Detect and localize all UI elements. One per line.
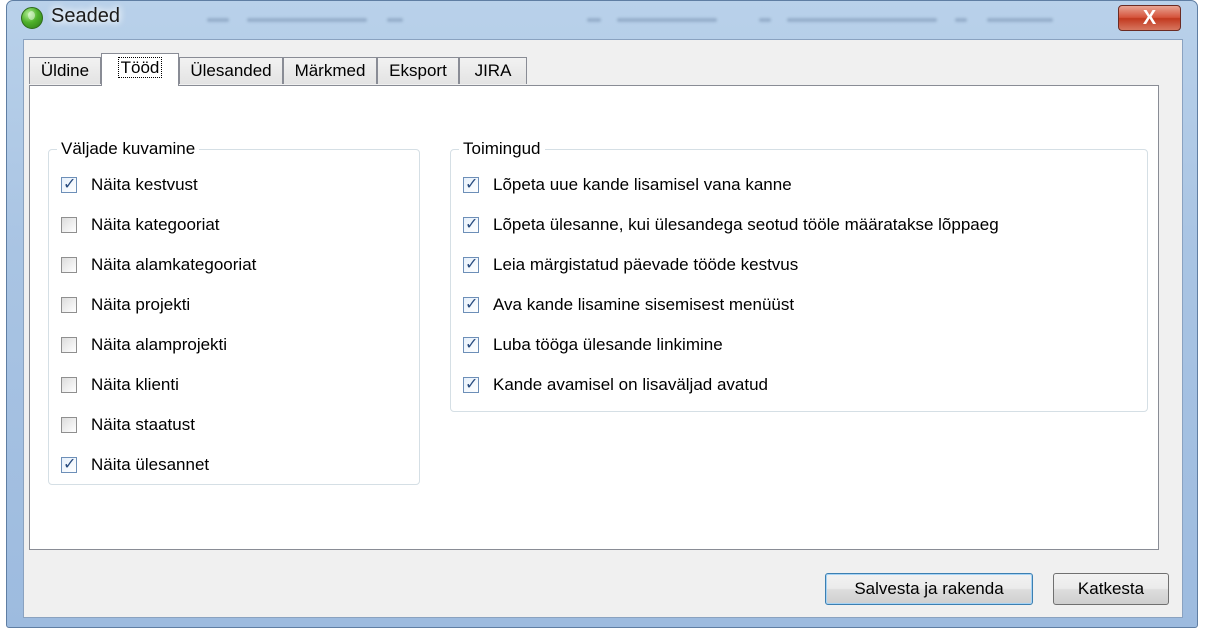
close-button[interactable]: X: [1118, 5, 1181, 31]
checkbox-row[interactable]: Näita klienti: [61, 374, 179, 396]
checkbox-label: Näita alamkategooriat: [91, 255, 257, 274]
checkbox-row[interactable]: Luba tööga ülesande linkimine: [463, 334, 723, 356]
checkbox[interactable]: [61, 297, 77, 313]
checkbox-row[interactable]: Näita staatust: [61, 414, 195, 436]
checkbox[interactable]: [61, 337, 77, 353]
checkbox-row[interactable]: Näita alamkategooriat: [61, 254, 256, 276]
checkbox-row[interactable]: Leia märgistatud päevade tööde kestvus: [463, 254, 798, 276]
checkbox-row[interactable]: Näita kestvust: [61, 174, 198, 196]
actions-group-title: Toimingud: [459, 139, 545, 159]
checkbox-checked[interactable]: [463, 214, 479, 233]
checkbox-row[interactable]: Näita ülesannet: [61, 454, 209, 476]
checkbox-label: Näita kestvust: [91, 175, 198, 194]
save-apply-button[interactable]: Salvesta ja rakenda: [825, 573, 1033, 605]
checkbox-label: Näita alamprojekti: [91, 335, 228, 354]
checkbox-label: Ava kande lisamine sisemisest menüüst: [493, 295, 795, 314]
checkbox-row[interactable]: Kande avamisel on lisaväljad avatud: [463, 374, 768, 396]
blurred-title-text: [987, 18, 1053, 22]
blurred-title-text: [207, 18, 229, 22]
checkbox-label: Näita kategooriat: [91, 215, 220, 234]
checkbox-label: Näita staatust: [91, 415, 195, 434]
checkbox[interactable]: [61, 377, 77, 393]
settings-window: Seaded X Üldine Tööd Ülesanded Märkmed E…: [6, 0, 1198, 628]
checkbox-row[interactable]: Lõpeta uue kande lisamisel vana kanne: [463, 174, 792, 196]
blurred-title-text: [955, 18, 967, 22]
checkbox-label: Näita projekti: [91, 295, 191, 314]
checkbox[interactable]: [61, 217, 77, 233]
blurred-title-text: [787, 18, 937, 22]
checkbox-label: Leia märgistatud päevade tööde kestvus: [493, 255, 799, 274]
actions-group: Toimingud Lõpeta uue kande lisamisel van…: [450, 139, 1148, 412]
close-icon: X: [1142, 7, 1157, 29]
checkbox-row[interactable]: Näita projekti: [61, 294, 190, 316]
app-icon: [21, 7, 43, 29]
display-fields-group: Väljade kuvamine Näita kestvust Näita ka…: [48, 139, 420, 485]
tab-markmed[interactable]: Märkmed: [283, 57, 377, 84]
checkbox-checked[interactable]: [463, 294, 479, 313]
checkbox[interactable]: [61, 417, 77, 433]
blurred-title-text: [387, 18, 403, 22]
window-title: Seaded: [51, 5, 120, 27]
blurred-title-text: [587, 18, 601, 22]
checkbox[interactable]: [61, 257, 77, 273]
tab-panel-tood: Väljade kuvamine Näita kestvust Näita ka…: [29, 85, 1159, 550]
tab-tood[interactable]: Tööd: [101, 53, 179, 86]
checkbox-label: Lõpeta ülesanne, kui ülesandega seotud t…: [493, 215, 999, 234]
display-group-title: Väljade kuvamine: [57, 139, 200, 159]
checkbox-checked[interactable]: [463, 334, 479, 353]
title-bar[interactable]: Seaded X: [7, 1, 1197, 39]
checkbox-row[interactable]: Lõpeta ülesanne, kui ülesandega seotud t…: [463, 214, 999, 236]
checkbox-checked[interactable]: [463, 174, 479, 193]
tab-eksport[interactable]: Eksport: [377, 57, 459, 84]
checkbox-label: Näita ülesannet: [91, 455, 210, 474]
tab-uldine[interactable]: Üldine: [29, 57, 101, 84]
tab-jira[interactable]: JIRA: [459, 57, 527, 84]
blurred-title-text: [247, 18, 367, 22]
checkbox-label: Näita klienti: [91, 375, 179, 394]
cancel-button[interactable]: Katkesta: [1053, 573, 1169, 605]
checkbox-row[interactable]: Ava kande lisamine sisemisest menüüst: [463, 294, 794, 316]
checkbox-label: Lõpeta uue kande lisamisel vana kanne: [493, 175, 792, 194]
checkbox-row[interactable]: Näita kategooriat: [61, 214, 220, 236]
checkbox-checked[interactable]: [61, 454, 77, 473]
blurred-title-text: [617, 18, 717, 22]
checkbox-checked[interactable]: [463, 374, 479, 393]
checkbox-checked[interactable]: [61, 174, 77, 193]
checkbox-checked[interactable]: [463, 254, 479, 273]
checkbox-label: Kande avamisel on lisaväljad avatud: [493, 375, 769, 394]
checkbox-row[interactable]: Näita alamprojekti: [61, 334, 227, 356]
checkbox-label: Luba tööga ülesande linkimine: [493, 335, 723, 354]
tab-ulesanded[interactable]: Ülesanded: [179, 57, 283, 84]
blurred-title-text: [759, 18, 771, 22]
